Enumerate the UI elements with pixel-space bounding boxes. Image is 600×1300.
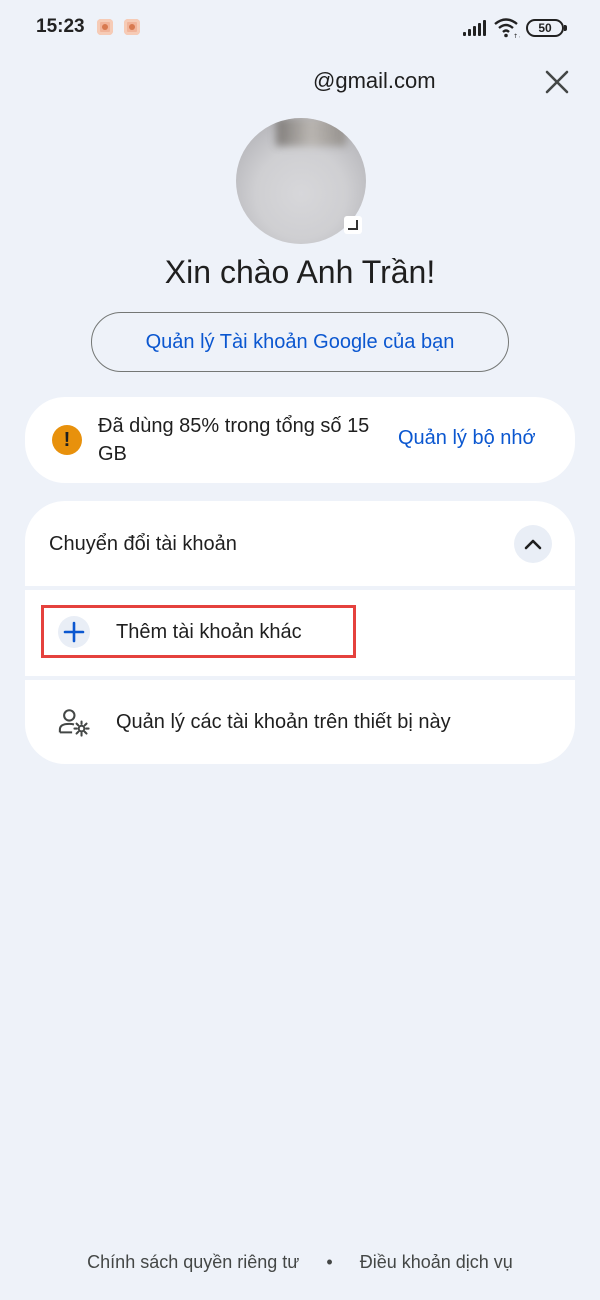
status-bar: 15:23 ↑↓ 50 (0, 0, 600, 56)
footer: Chính sách quyền riêng tư • Điều khoản d… (0, 1252, 600, 1273)
account-menu-screen: 15:23 ↑↓ 50 @gmail.com Xin chào Anh Trần… (0, 0, 600, 1300)
account-email: @gmail.com (313, 68, 436, 93)
manage-device-accounts-row[interactable]: Quản lý các tài khoản trên thiết bị này (25, 680, 575, 764)
switch-account-card: Chuyển đổi tài khoản Thêm tài khoản khác (25, 501, 575, 764)
camera-badge-icon[interactable] (344, 216, 362, 234)
close-button[interactable] (537, 62, 577, 102)
manage-accounts-icon (58, 706, 90, 738)
chevron-up-icon (524, 539, 542, 550)
notification-icon (124, 19, 140, 35)
warning-icon: ! (52, 425, 82, 455)
manage-storage-link[interactable]: Quản lý bộ nhớ (398, 427, 536, 450)
privacy-policy-link[interactable]: Chính sách quyền riêng tư (87, 1252, 299, 1272)
manage-google-account-button[interactable]: Quản lý Tài khoản Google của bạn (91, 312, 509, 372)
plus-icon (58, 616, 90, 648)
wifi-icon: ↑↓ (494, 18, 520, 39)
add-account-label: Thêm tài khoản khác (116, 621, 302, 643)
signal-icon (463, 20, 487, 36)
status-time: 15:23 (36, 16, 85, 37)
svg-text:↑↓: ↑↓ (513, 33, 520, 39)
greeting: Xin chào Anh Trần! (164, 254, 436, 290)
footer-separator: • (326, 1252, 333, 1272)
battery-icon: 50 (526, 19, 567, 37)
terms-of-service-link[interactable]: Điều khoản dịch vụ (360, 1252, 513, 1272)
storage-usage-text: Đã dùng 85% trong tổng số 15 GB (98, 415, 370, 465)
collapse-button[interactable] (514, 525, 552, 563)
manage-device-accounts-label: Quản lý các tài khoản trên thiết bị này (116, 711, 451, 733)
switch-account-title: Chuyển đổi tài khoản (49, 533, 237, 555)
close-icon (545, 70, 569, 94)
storage-card: ! Đã dùng 85% trong tổng số 15 GB Quản l… (25, 397, 575, 483)
notification-icon (97, 19, 113, 35)
add-account-row[interactable]: Thêm tài khoản khác (25, 590, 575, 676)
switch-account-header[interactable]: Chuyển đổi tài khoản (25, 501, 575, 586)
